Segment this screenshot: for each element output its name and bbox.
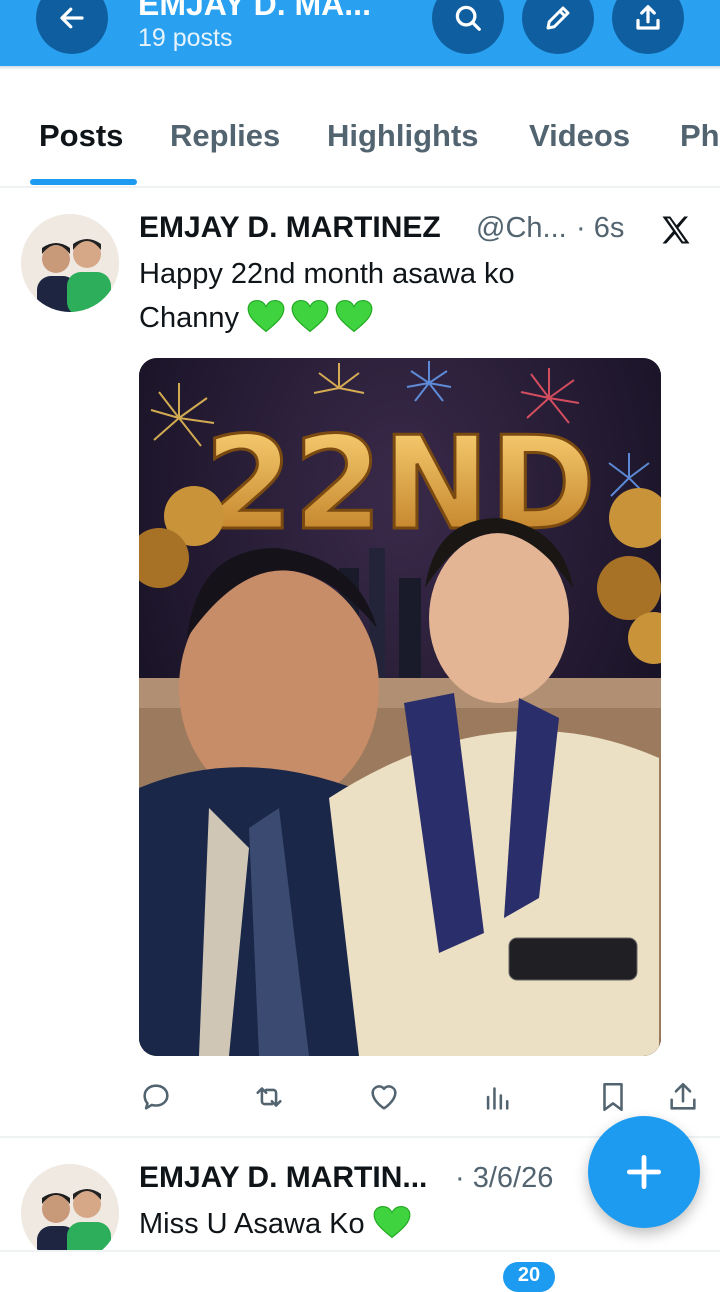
x-logo-icon[interactable] — [658, 212, 694, 248]
post-text-line1: Happy 22nd month asawa ko — [139, 258, 515, 290]
bookmark-icon — [603, 1082, 623, 1112]
tab-photos[interactable]: Ph — [680, 118, 720, 154]
tab-posts[interactable]: Posts — [39, 118, 123, 154]
avatar[interactable] — [21, 214, 119, 312]
post-text: Miss U Asawa Ko — [139, 1202, 417, 1246]
green-heart-icon — [247, 299, 379, 334]
avatar-image — [21, 214, 119, 312]
retweet-button[interactable] — [252, 1080, 286, 1114]
views-button[interactable] — [481, 1080, 515, 1114]
post-media-image[interactable]: 22ND — [139, 358, 661, 1056]
post-author-handle[interactable]: @Ch... — [476, 212, 567, 245]
post-author-name[interactable]: EMJAY D. MARTINEZ — [139, 211, 441, 245]
pencil-icon — [546, 6, 570, 30]
arrow-left-icon — [60, 7, 84, 29]
bottom-navigation — [0, 1250, 720, 1282]
tab-replies[interactable]: Replies — [170, 118, 280, 154]
post-text-line: Miss U Asawa Ko — [139, 1208, 365, 1240]
views-icon — [486, 1087, 509, 1110]
reply-icon — [143, 1084, 169, 1110]
back-button[interactable] — [36, 0, 108, 54]
like-icon — [371, 1085, 397, 1110]
reply-button[interactable] — [139, 1080, 173, 1114]
post-text-line2: Channy — [139, 302, 239, 334]
like-button[interactable] — [367, 1080, 401, 1114]
photo-illustration: 22ND — [139, 358, 661, 1056]
profile-header: EMJAY D. MA... 19 posts — [0, 0, 720, 66]
edit-button[interactable] — [522, 0, 594, 54]
post-time: · 6s — [576, 212, 625, 244]
header-posts-count: 19 posts — [138, 24, 233, 52]
search-icon — [455, 5, 481, 31]
bookmark-button[interactable] — [596, 1080, 630, 1114]
share-button[interactable] — [612, 0, 684, 54]
compose-post-button[interactable] — [588, 1116, 700, 1228]
avatar[interactable] — [21, 1164, 119, 1262]
post-actions — [0, 1080, 720, 1116]
tab-videos[interactable]: Videos — [529, 118, 630, 154]
green-heart-icon — [373, 1205, 417, 1240]
avatar-image — [21, 1164, 119, 1262]
post-author-name[interactable]: EMJAY D. MARTIN... — [139, 1161, 427, 1195]
profile-tabs: Posts Replies Highlights Videos Ph — [0, 70, 720, 188]
search-button[interactable] — [432, 0, 504, 54]
post-text: Happy 22nd month asawa ko Channy — [139, 252, 515, 340]
share-icon — [670, 1082, 696, 1110]
tab-highlights[interactable]: Highlights — [327, 118, 479, 154]
share-post-button[interactable] — [666, 1080, 700, 1114]
notification-badge: 20 — [503, 1262, 555, 1292]
share-icon — [636, 5, 660, 30]
header-title: EMJAY D. MA... — [138, 0, 371, 22]
post-time: · 3/6/26 — [455, 1162, 554, 1194]
retweet-icon — [256, 1087, 282, 1107]
plus-icon — [626, 1154, 662, 1190]
active-tab-indicator — [30, 179, 137, 185]
